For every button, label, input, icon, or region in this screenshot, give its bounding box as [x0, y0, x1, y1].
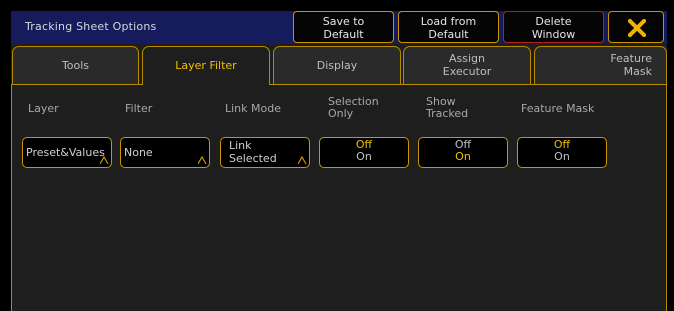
feature-mask-on-option: On [554, 150, 570, 163]
layer-filter-panel: Layer Filter Link Mode Selection Only Sh… [11, 85, 667, 311]
dropdown-corner-icon [298, 156, 307, 165]
load-from-default-button[interactable]: Load from Default [398, 11, 499, 43]
show-tracked-on-option: On [455, 150, 471, 163]
delete-label-line2: Window [531, 28, 576, 41]
tab-feature-mask-label: Feature Mask [610, 52, 652, 78]
link-mode-dropdown-value: Link Selected [229, 139, 277, 165]
tab-display-label: Display [316, 59, 358, 72]
filter-dropdown-value: None [124, 146, 153, 159]
dropdown-corner-icon [100, 156, 109, 165]
tab-feature-mask[interactable]: Feature Mask [534, 46, 667, 85]
delete-window-button[interactable]: Delete Window [503, 11, 604, 43]
window-title: Tracking Sheet Options [25, 20, 157, 33]
tab-assign-line2: Executor [442, 65, 492, 78]
layer-label: Layer [28, 102, 59, 115]
delete-label-line1: Delete [535, 15, 572, 28]
save-label-line1: Save to [322, 15, 365, 28]
link-mode-label: Link Mode [225, 102, 281, 115]
tab-tools-label: Tools [61, 59, 90, 72]
save-label-line2: Default [323, 28, 364, 41]
filter-dropdown[interactable]: None [120, 137, 210, 168]
layer-dropdown[interactable]: Preset&Values [22, 137, 112, 168]
link-mode-value-line2: Selected [229, 152, 277, 165]
selection-only-line2: Only [328, 107, 354, 120]
link-mode-dropdown[interactable]: Link Selected [220, 137, 310, 168]
selection-only-on-option: On [356, 150, 372, 163]
tab-display[interactable]: Display [273, 46, 401, 85]
tab-assign-line1: Assign [449, 52, 485, 65]
tab-bar: Tools Layer Filter Display Assign Execut… [11, 44, 667, 85]
tab-feature-line2: Mask [623, 65, 652, 78]
load-label-line2: Default [428, 28, 469, 41]
tab-layer-filter[interactable]: Layer Filter [142, 46, 270, 85]
tab-feature-line1: Feature [610, 52, 652, 65]
show-tracked-line2: Tracked [426, 107, 469, 120]
load-label-line1: Load from [420, 15, 477, 28]
tab-tools[interactable]: Tools [12, 46, 139, 85]
save-to-default-button[interactable]: Save to Default [293, 11, 394, 43]
tab-assign-executor[interactable]: Assign Executor [403, 46, 531, 85]
feature-mask-label: Feature Mask [521, 102, 595, 115]
tab-assign-executor-label: Assign Executor [404, 52, 530, 78]
show-tracked-label: Show Tracked [426, 96, 468, 120]
layer-dropdown-value: Preset&Values [26, 146, 105, 159]
filter-label: Filter [125, 102, 153, 115]
tab-layer-filter-label: Layer Filter [175, 59, 237, 72]
close-button[interactable] [608, 11, 664, 43]
selection-only-label: Selection Only [328, 96, 379, 120]
show-tracked-toggle[interactable]: Off On [418, 137, 508, 168]
selection-only-toggle[interactable]: Off On [319, 137, 409, 168]
dropdown-corner-icon [198, 156, 207, 165]
feature-mask-toggle[interactable]: Off On [517, 137, 607, 168]
link-mode-value-line1: Link [229, 139, 252, 152]
close-icon [628, 19, 646, 37]
tracking-sheet-options-window: Tracking Sheet Options Save to Default L… [11, 11, 667, 311]
title-bar: Tracking Sheet Options Save to Default L… [11, 11, 667, 44]
